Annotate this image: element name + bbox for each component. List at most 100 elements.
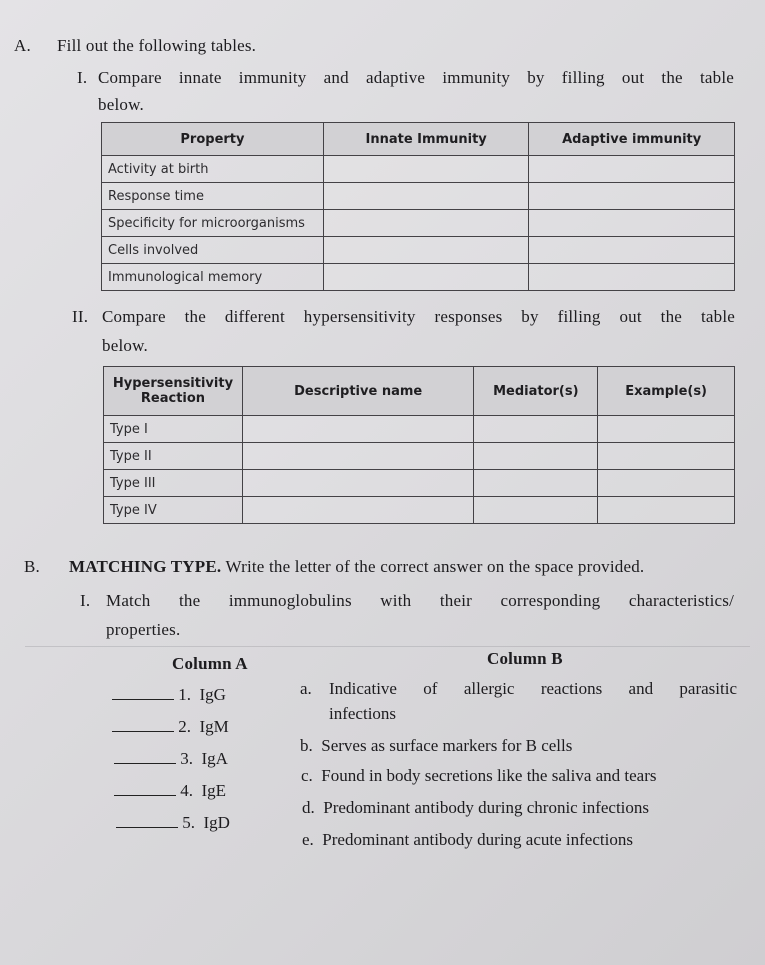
mediator-cell[interactable] (473, 496, 599, 524)
example-cell[interactable] (597, 442, 735, 470)
item-text: IgA (201, 749, 228, 768)
column-a-label: Column A (172, 654, 248, 673)
row-label: Type II (103, 442, 243, 470)
column-b-label: Column B (487, 649, 563, 668)
column-b-item-e: e. Predominant antibody during acute inf… (302, 830, 633, 850)
table-row: Immunological memory (101, 263, 735, 291)
header-line1: Hypersensitivity (112, 376, 234, 391)
column-a-item-1: 1. IgG (112, 685, 226, 705)
adaptive-cell[interactable] (528, 236, 735, 264)
table-row: Type IV (103, 496, 735, 524)
section-b-title: MATCHING TYPE. Write the letter of the c… (69, 557, 644, 577)
item-number: 4. (180, 781, 193, 800)
item-text: Serves as surface markers for B cells (321, 736, 573, 755)
table-row: Type I (103, 415, 735, 443)
column-b-item-d: d. Predominant antibody during chronic i… (302, 798, 649, 818)
item-letter: e. (302, 830, 314, 849)
item-text: IgM (199, 717, 229, 736)
row-label: Cells involved (101, 236, 324, 264)
item-text: Found in body secretions like the saliva… (321, 766, 657, 785)
example-cell[interactable] (597, 469, 735, 497)
item-text: Predominant antibody during acute infect… (322, 830, 633, 849)
item-text: IgG (199, 685, 226, 704)
descriptive-name-cell[interactable] (241, 442, 475, 470)
matching-instruction-line2: properties. (106, 620, 181, 639)
table-row: Type II (103, 442, 735, 470)
descriptive-name-cell[interactable] (241, 415, 475, 443)
item-letter: c. (301, 766, 313, 785)
row-label: Type IV (103, 496, 243, 524)
answer-blank-1[interactable] (112, 698, 174, 700)
innate-cell[interactable] (322, 263, 530, 291)
row-label: Type III (103, 469, 243, 497)
part-2-instruction-line1: Compare the different hypersensitivity r… (102, 307, 735, 326)
item-text: Predominant antibody during chronic infe… (323, 798, 650, 817)
item-number: 2. (178, 717, 191, 736)
column-a-item-2: 2. IgM (112, 717, 229, 737)
answer-blank-4[interactable] (114, 794, 176, 796)
adaptive-cell[interactable] (528, 263, 735, 291)
column-a-item-3: 3. IgA (114, 749, 228, 769)
adaptive-cell[interactable] (528, 182, 735, 210)
answer-blank-3[interactable] (114, 762, 176, 764)
matching-part-numeral: I. (80, 591, 91, 610)
row-label: Immunological memory (101, 263, 324, 291)
column-a-item-4: 4. IgE (114, 781, 226, 801)
header-property: Property (101, 122, 324, 156)
row-label: Specificity for microorganisms (101, 209, 324, 237)
item-number: 5. (182, 813, 195, 832)
section-b-title-bold: MATCHING TYPE. (69, 557, 222, 576)
example-cell[interactable] (597, 496, 735, 524)
matching-instruction-line1: Match the immunoglobulins with their cor… (106, 591, 734, 610)
descriptive-name-cell[interactable] (241, 496, 475, 524)
row-label: Response time (101, 182, 324, 210)
table-row: Specificity for microorganisms (101, 209, 735, 237)
row-label: Activity at birth (101, 155, 324, 183)
item-letter: a. (300, 679, 312, 698)
item-letter: b. (300, 736, 313, 755)
table-row: Cells involved (101, 236, 735, 264)
part-1-instruction-line2: below. (98, 95, 144, 114)
adaptive-cell[interactable] (528, 155, 735, 183)
header-examples: Example(s) (597, 366, 735, 416)
header-mediators: Mediator(s) (473, 366, 599, 416)
descriptive-name-cell[interactable] (241, 469, 475, 497)
row-label: Type I (103, 415, 243, 443)
mediator-cell[interactable] (473, 415, 599, 443)
example-cell[interactable] (597, 415, 735, 443)
answer-blank-2[interactable] (112, 730, 174, 732)
mediator-cell[interactable] (473, 442, 599, 470)
innate-cell[interactable] (322, 182, 530, 210)
item-number: 1. (178, 685, 191, 704)
part-1-numeral: I. (77, 68, 88, 87)
innate-cell[interactable] (322, 209, 530, 237)
part-2-numeral: II. (72, 307, 89, 326)
innate-cell[interactable] (322, 236, 530, 264)
answer-blank-5[interactable] (116, 826, 178, 828)
table-header-row: Hypersensitivity Reaction Descriptive na… (103, 366, 735, 416)
item-text-line1: Indicative of allergic reactions and par… (329, 679, 737, 698)
table-header-row: Property Innate Immunity Adaptive immuni… (101, 122, 735, 156)
adaptive-cell[interactable] (528, 209, 735, 237)
section-b-letter: B. (24, 557, 40, 576)
header-descriptive-name: Descriptive name (241, 366, 475, 416)
item-text-line2: infections (329, 704, 397, 723)
column-a-item-5: 5. IgD (116, 813, 230, 833)
item-letter: d. (302, 798, 315, 817)
innate-cell[interactable] (322, 155, 530, 183)
table-row: Type III (103, 469, 735, 497)
header-adaptive: Adaptive immunity (528, 122, 735, 156)
mediator-cell[interactable] (473, 469, 599, 497)
column-b-item-b: b. Serves as surface markers for B cells (300, 736, 572, 756)
item-text: IgE (201, 781, 227, 800)
table-row: Activity at birth (101, 155, 735, 183)
divider (25, 646, 750, 647)
header-innate: Innate Immunity (322, 122, 530, 156)
column-b-item-a: a. Indicative of allergic reactions and … (300, 679, 737, 724)
section-b-title-rest: Write the letter of the correct answer o… (225, 557, 645, 576)
part-1-instruction-line1: Compare innate immunity and adaptive imm… (98, 68, 734, 87)
section-a-title: Fill out the following tables. (57, 36, 257, 55)
item-text: IgD (203, 813, 230, 832)
header-line2: Reaction (140, 391, 206, 406)
section-a-letter: A. (14, 36, 31, 55)
